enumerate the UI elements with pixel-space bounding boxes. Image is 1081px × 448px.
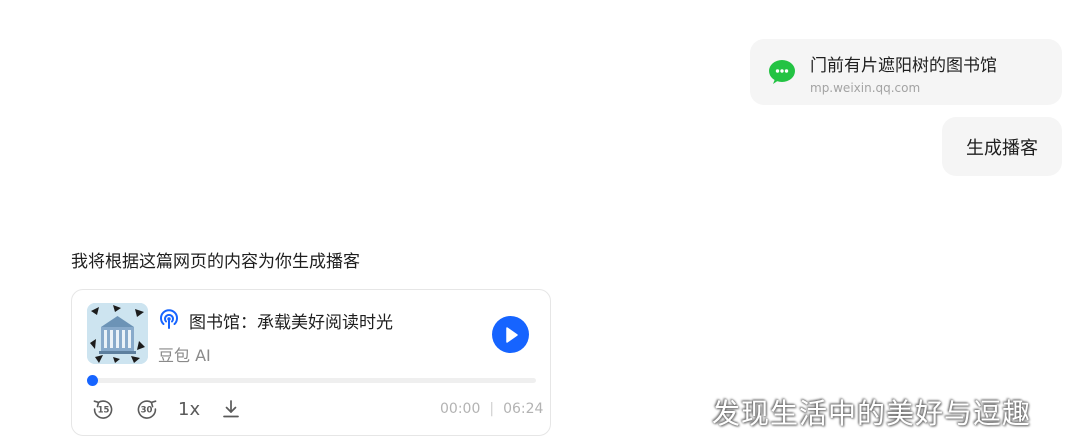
podcast-player-card: 图书馆：承载美好阅读时光 豆包 AI 15 30 1x 00:00 | 06:2… — [71, 289, 551, 436]
podcast-author: 豆包 AI — [158, 346, 211, 365]
total-duration: 06:24 — [503, 401, 544, 417]
podcast-icon — [160, 309, 178, 329]
time-display: 00:00 | 06:24 — [440, 401, 543, 417]
rewind-15-button[interactable]: 15 — [92, 398, 114, 420]
play-icon — [505, 326, 518, 343]
user-message-bubble: 生成播客 — [942, 117, 1062, 176]
current-time: 00:00 — [440, 401, 481, 417]
forward-30-button[interactable]: 30 — [136, 398, 158, 420]
progress-bar[interactable] — [87, 375, 536, 386]
watermark-text: 发现生活中的美好与逗趣 — [712, 397, 1032, 430]
assistant-message: 我将根据这篇网页的内容为你生成播客 — [71, 252, 360, 272]
progress-handle[interactable] — [87, 375, 98, 386]
podcast-cover-image — [87, 303, 148, 364]
podcast-title: 图书馆：承载美好阅读时光 — [189, 313, 393, 333]
wechat-icon — [769, 60, 795, 84]
playback-speed-button[interactable]: 1x — [178, 399, 200, 420]
shared-link-card[interactable]: 门前有片遮阳树的图书馆 mp.weixin.qq.com — [750, 39, 1062, 105]
forward-seconds-label: 30 — [141, 406, 153, 416]
link-url: mp.weixin.qq.com — [810, 81, 921, 95]
play-button[interactable] — [492, 316, 529, 353]
link-title: 门前有片遮阳树的图书馆 — [810, 56, 997, 76]
download-icon[interactable] — [220, 398, 242, 420]
rewind-seconds-label: 15 — [98, 406, 110, 416]
chat-screen: 门前有片遮阳树的图书馆 mp.weixin.qq.com 生成播客 我将根据这篇… — [0, 0, 1081, 448]
time-separator: | — [489, 401, 495, 417]
